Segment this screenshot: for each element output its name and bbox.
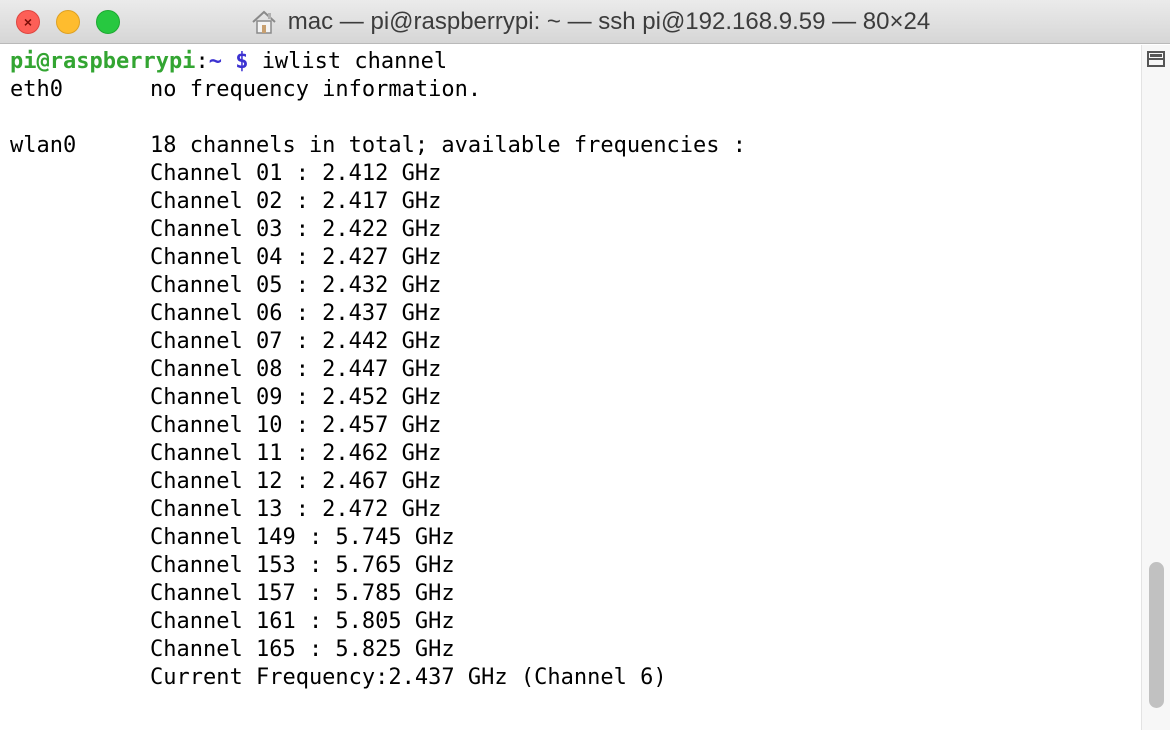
wlan0-summary: 18 channels in total; available frequenc… xyxy=(150,133,747,158)
prompt-separator: : xyxy=(195,49,209,74)
minimize-button[interactable] xyxy=(56,10,80,34)
home-icon xyxy=(252,10,276,34)
title-bar[interactable]: × mac — pi@raspberrypi: ~ — ssh pi@192.1… xyxy=(0,0,1170,44)
prompt-line: pi@raspberrypi:~ $ iwlist channel xyxy=(10,48,447,76)
channel-line: Channel 05 : 2.432 GHz xyxy=(150,273,442,298)
channel-line: Channel 13 : 2.472 GHz xyxy=(150,497,442,522)
channel-line: Channel 07 : 2.442 GHz xyxy=(150,329,442,354)
terminal-window: × mac — pi@raspberrypi: ~ — ssh pi@192.1… xyxy=(0,0,1170,730)
eth0-iface: eth0 xyxy=(10,77,63,102)
current-frequency-line: Current Frequency:2.437 GHz (Channel 6) xyxy=(150,665,667,690)
wlan0-iface: wlan0 xyxy=(10,133,77,158)
prompt-command: iwlist channel xyxy=(261,49,448,74)
channel-line: Channel 02 : 2.417 GHz xyxy=(150,189,442,214)
channel-line: Channel 01 : 2.412 GHz xyxy=(150,161,442,186)
window-title-area: mac — pi@raspberrypi: ~ — ssh pi@192.168… xyxy=(200,0,980,44)
prompt-path: ~ xyxy=(208,49,222,74)
terminal-output[interactable]: pi@raspberrypi:~ $ iwlist channel eth0 n… xyxy=(0,45,1140,730)
channel-line: Channel 153 : 5.765 GHz xyxy=(150,553,455,578)
split-pane-icon[interactable] xyxy=(1146,50,1166,68)
prompt-user-host: pi@raspberrypi xyxy=(10,49,196,74)
channel-line: Channel 157 : 5.785 GHz xyxy=(150,581,455,606)
channel-line: Channel 161 : 5.805 GHz xyxy=(150,609,455,634)
channel-line: Channel 04 : 2.427 GHz xyxy=(150,245,442,270)
close-button[interactable]: × xyxy=(16,10,40,34)
channel-line: Channel 10 : 2.457 GHz xyxy=(150,413,442,438)
eth0-message: no frequency information. xyxy=(150,77,482,102)
close-icon: × xyxy=(23,14,33,30)
channel-line: Channel 08 : 2.447 GHz xyxy=(150,357,442,382)
channel-line: Channel 06 : 2.437 GHz xyxy=(150,301,442,326)
channel-line: Channel 11 : 2.462 GHz xyxy=(150,441,442,466)
channel-line: Channel 149 : 5.745 GHz xyxy=(150,525,455,550)
window-title: mac — pi@raspberrypi: ~ — ssh pi@192.168… xyxy=(287,8,931,35)
channel-line: Channel 03 : 2.422 GHz xyxy=(150,217,442,242)
zoom-button[interactable] xyxy=(96,10,120,34)
scrollbar-thumb[interactable] xyxy=(1149,562,1164,708)
channel-line: Channel 165 : 5.825 GHz xyxy=(150,637,455,662)
channel-line: Channel 09 : 2.452 GHz xyxy=(150,385,442,410)
channel-line: Channel 12 : 2.467 GHz xyxy=(150,469,442,494)
prompt-symbol: $ xyxy=(235,49,249,74)
